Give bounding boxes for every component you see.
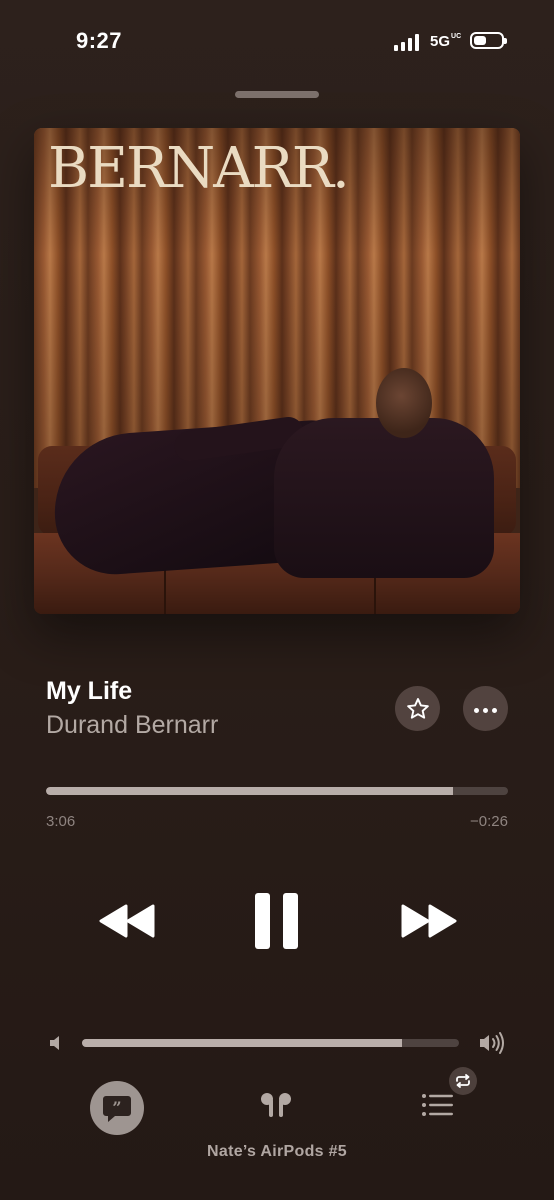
network-suffix: UC	[451, 33, 462, 40]
network-label: 5G	[430, 33, 451, 50]
lyrics-button[interactable]: ”	[90, 1081, 144, 1135]
repeat-indicator[interactable]	[449, 1067, 477, 1095]
battery-icon	[470, 32, 507, 49]
forward-icon	[401, 904, 457, 938]
output-device-label[interactable]: Nate’s AirPods #5	[0, 1143, 554, 1161]
status-time: 9:27	[76, 28, 123, 53]
volume-low-icon	[48, 1034, 64, 1057]
svg-text:”: ”	[112, 1098, 121, 1117]
playback-scrubber[interactable]	[46, 787, 508, 795]
ellipsis-icon	[472, 700, 499, 718]
track-title[interactable]: My Life	[46, 677, 132, 706]
favorite-button[interactable]	[395, 686, 440, 731]
rewind-button[interactable]	[98, 903, 156, 944]
scrubber-progress	[46, 787, 453, 795]
forward-button[interactable]	[400, 903, 458, 944]
queue-button[interactable]	[420, 1092, 454, 1123]
network-type: 5GUC	[430, 33, 462, 50]
backward-icon	[99, 904, 155, 938]
track-artist[interactable]: Durand Bernarr	[46, 711, 218, 740]
volume-slider[interactable]	[82, 1039, 459, 1047]
pause-button[interactable]	[255, 893, 299, 949]
volume-level	[82, 1039, 403, 1047]
album-artwork: BERNARR.	[34, 128, 520, 614]
remaining-time: −0:26	[470, 813, 508, 830]
album-logo: BERNARR.	[48, 136, 350, 201]
elapsed-time: 3:06	[46, 813, 76, 830]
more-options-button[interactable]	[463, 686, 508, 731]
quote-bubble-icon: ”	[103, 1096, 131, 1122]
sheet-grabber[interactable]	[235, 91, 319, 98]
airplay-button[interactable]	[258, 1090, 294, 1125]
list-icon	[422, 1094, 453, 1116]
battery-fill	[474, 36, 486, 45]
cellular-signal-icon	[394, 33, 422, 51]
airpods-icon	[261, 1093, 291, 1117]
star-icon	[406, 697, 429, 719]
repeat-icon	[456, 1074, 470, 1088]
volume-high-icon	[478, 1031, 506, 1060]
